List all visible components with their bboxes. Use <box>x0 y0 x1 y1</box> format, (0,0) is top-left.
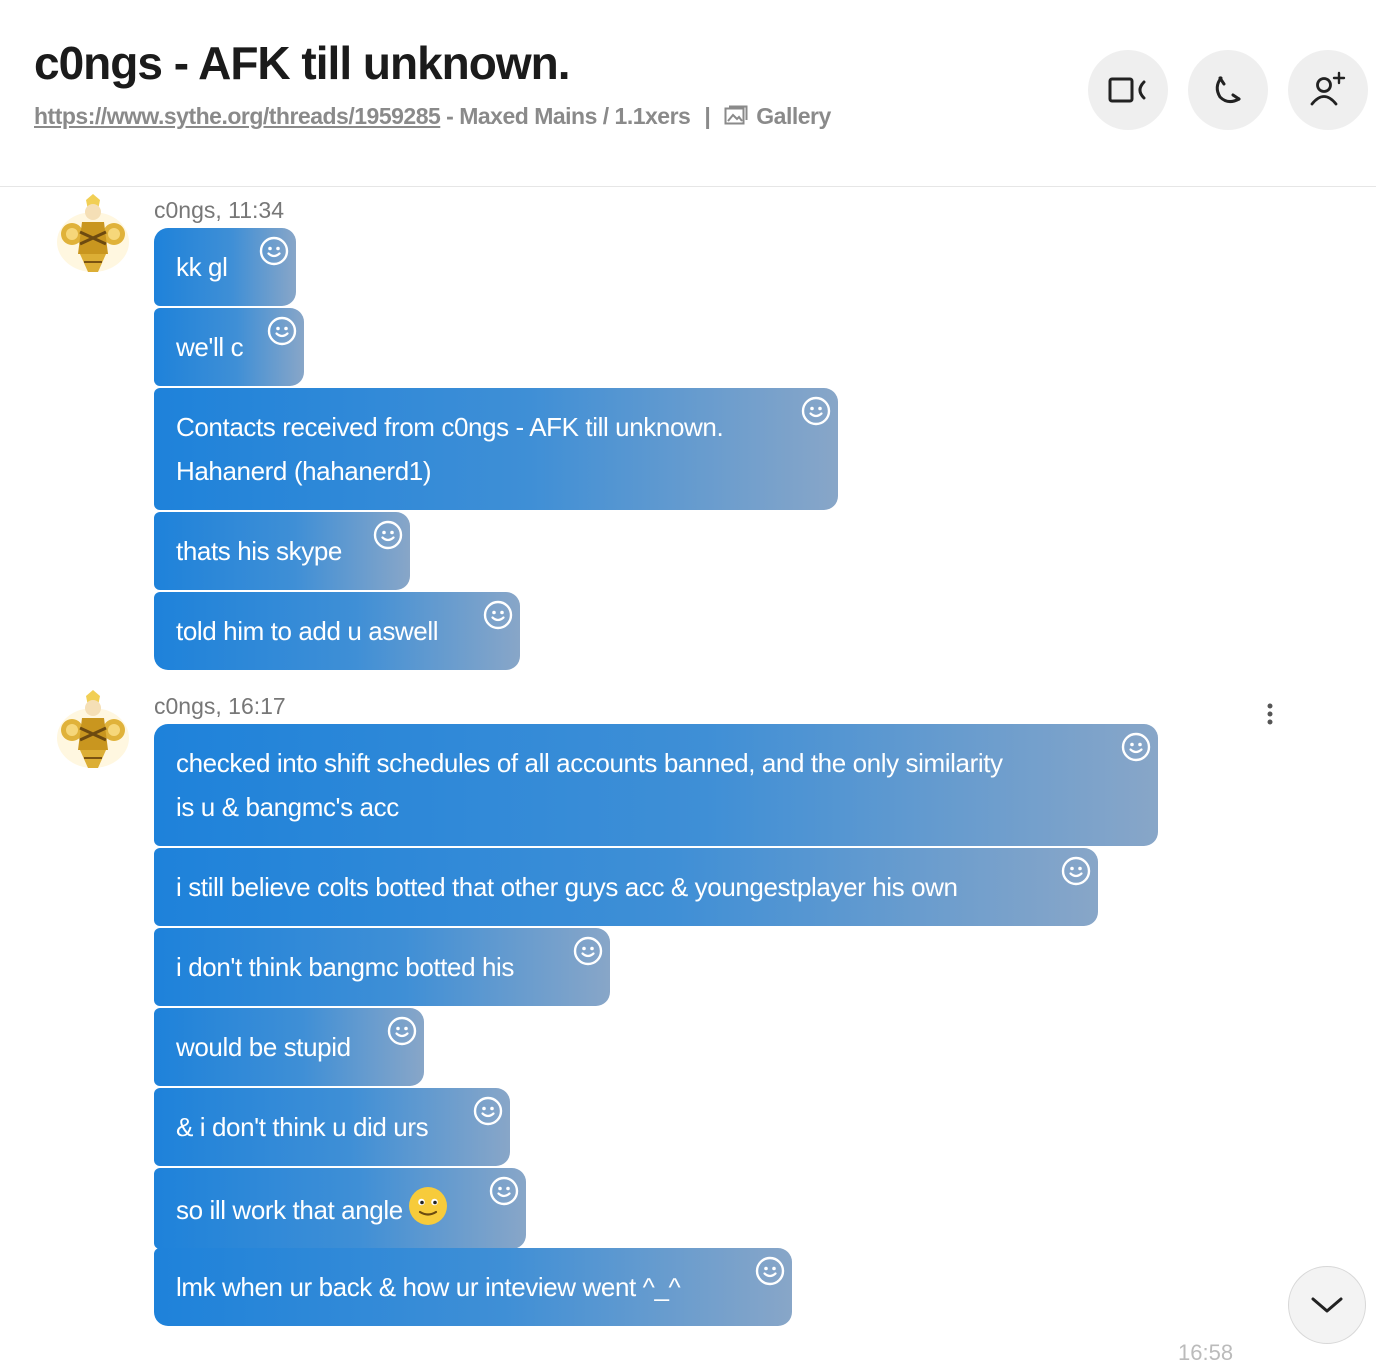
audio-call-button[interactable] <box>1188 50 1268 130</box>
react-emoji-icon[interactable] <box>387 1016 417 1046</box>
audio-call-icon <box>1215 76 1241 104</box>
message-text: would be stupid <box>176 1032 351 1062</box>
gallery-link[interactable]: Gallery <box>724 103 831 129</box>
smile-emoji-icon <box>408 1187 447 1225</box>
react-emoji-icon[interactable] <box>755 1256 785 1286</box>
next-message-time: 16:58 <box>1178 1340 1234 1365</box>
add-person-button[interactable] <box>1288 50 1368 130</box>
video-call-button[interactable] <box>1088 50 1168 130</box>
message-text: Contacts received from c0ngs - AFK till … <box>176 412 724 442</box>
video-call-icon <box>1108 77 1146 103</box>
message-bubble[interactable]: & i don't think u did urs <box>154 1088 510 1166</box>
contact-avatar[interactable] <box>50 688 136 774</box>
message-bubble[interactable]: kk gl <box>154 228 296 306</box>
message-group-meta: c0ngs, 11:34 <box>154 197 285 223</box>
message-text: told him to add u aswell <box>176 616 439 646</box>
subtitle-topic: - Maxed Mains / 1.1xers <box>440 103 691 129</box>
add-person-icon <box>1310 71 1346 106</box>
contact-avatar[interactable] <box>50 192 136 278</box>
react-emoji-icon[interactable] <box>267 316 297 346</box>
message-bubble[interactable]: Contacts received from c0ngs - AFK till … <box>154 388 838 510</box>
react-emoji-icon[interactable] <box>801 396 831 426</box>
subtitle-separator: | <box>704 103 711 129</box>
message-text: so ill work that angle <box>176 1195 403 1225</box>
message-bubble[interactable]: thats his skype <box>154 512 410 590</box>
message-text: kk gl <box>176 252 228 282</box>
message-bubble[interactable]: told him to add u aswell <box>154 592 520 670</box>
message-text: & i don't think u did urs <box>176 1112 429 1142</box>
message-group-meta: c0ngs, 16:17 <box>154 693 286 719</box>
more-options-icon[interactable] <box>1258 700 1282 730</box>
chevron-down-icon <box>1311 1297 1343 1313</box>
scroll-to-bottom-button[interactable] <box>1288 1266 1366 1344</box>
chat-header: c0ngs - AFK till unknown. https://www.sy… <box>0 0 1376 187</box>
message-bubble[interactable]: would be stupid <box>154 1008 424 1086</box>
message-text: lmk when ur back & how ur inteview went … <box>176 1272 681 1302</box>
message-text: thats his skype <box>176 536 342 566</box>
conversation-title: c0ngs - AFK till unknown. <box>34 37 571 89</box>
message-bubble[interactable]: checked into shift schedules of all acco… <box>154 724 1158 846</box>
message-text: checked into shift schedules of all acco… <box>176 748 1003 778</box>
react-emoji-icon[interactable] <box>483 600 513 630</box>
react-emoji-icon[interactable] <box>1121 732 1151 762</box>
thread-link[interactable]: https://www.sythe.org/threads/1959285 <box>34 103 441 129</box>
message-text-line2: is u & bangmc's acc <box>176 792 399 822</box>
message-text: we'll c <box>176 332 244 362</box>
message-bubble[interactable]: so ill work that angle <box>154 1168 526 1249</box>
message-text: i don't think bangmc botted his <box>176 952 515 982</box>
conversation-subtitle: https://www.sythe.org/threads/1959285 - … <box>34 103 831 130</box>
react-emoji-icon[interactable] <box>489 1176 519 1206</box>
react-emoji-icon[interactable] <box>1061 856 1091 886</box>
react-emoji-icon[interactable] <box>259 236 289 266</box>
message-bubble[interactable]: i don't think bangmc botted his <box>154 928 610 1006</box>
react-emoji-icon[interactable] <box>373 520 403 550</box>
message-bubble[interactable]: we'll c <box>154 308 304 386</box>
message-text-line2: Hahanerd (hahanerd1) <box>176 456 432 486</box>
message-bubble[interactable]: i still believe colts botted that other … <box>154 848 1098 926</box>
gallery-label: Gallery <box>756 103 831 129</box>
react-emoji-icon[interactable] <box>473 1096 503 1126</box>
message-text: i still believe colts botted that other … <box>176 872 958 902</box>
gallery-icon <box>724 105 748 125</box>
react-emoji-icon[interactable] <box>573 936 603 966</box>
message-bubble[interactable]: lmk when ur back & how ur inteview went … <box>154 1248 792 1326</box>
